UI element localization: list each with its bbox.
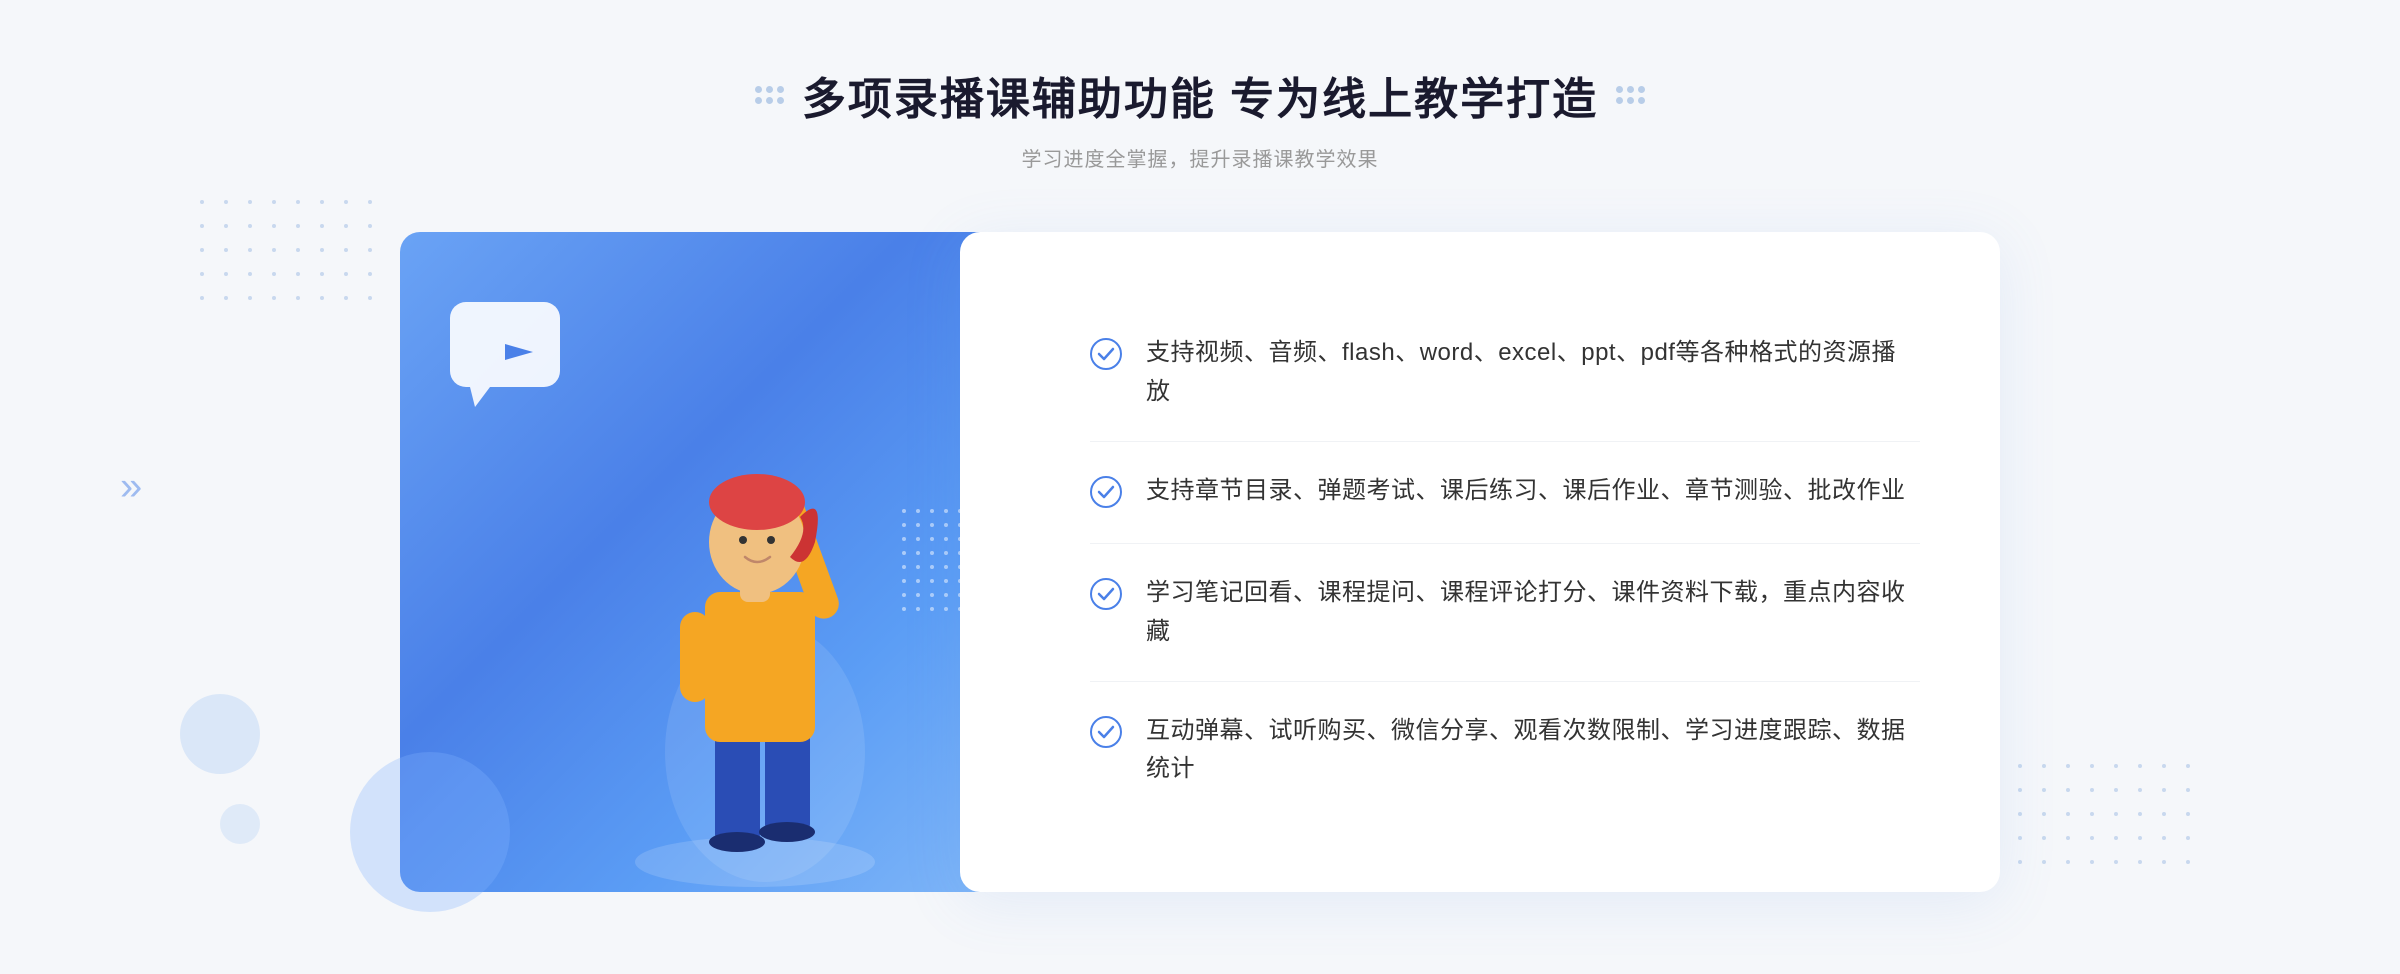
illustration-card	[400, 232, 1020, 892]
main-title: 多项录播课辅助功能 专为线上教学打造	[802, 63, 1598, 127]
feature-text: 支持视频、音频、flash、word、excel、ppt、pdf等各种格式的资源…	[1146, 334, 1920, 411]
feature-text: 学习笔记回看、课程提问、课程评论打分、课件资料下载，重点内容收藏	[1146, 574, 1920, 651]
title-row: 多项录播课辅助功能 专为线上教学打造	[755, 63, 1645, 127]
bg-dots-bottom-right	[2018, 764, 2200, 874]
page-wrapper: » 多项录播课辅助功能 专为线上教学打造 学习进度全掌握，提升录播课教学效果	[0, 0, 2400, 974]
features-list: 支持视频、音频、flash、word、excel、ppt、pdf等各种格式的资源…	[1090, 304, 1920, 818]
page-left-circle-deco2	[220, 804, 260, 844]
left-arrow-deco: »	[120, 465, 142, 510]
play-bubble	[450, 302, 580, 412]
deco-circle-bottom	[350, 752, 510, 912]
check-icon	[1090, 476, 1122, 513]
six-dots-left-deco	[755, 86, 784, 104]
feature-item: 支持章节目录、弹题考试、课后练习、课后作业、章节测验、批改作业	[1090, 442, 1920, 544]
feature-item: 互动弹幕、试听购买、微信分享、观看次数限制、学习进度跟踪、数据统计	[1090, 682, 1920, 819]
check-icon	[1090, 578, 1122, 615]
page-left-circle-deco	[180, 694, 260, 774]
character-illustration	[605, 372, 905, 892]
feature-text: 互动弹幕、试听购买、微信分享、观看次数限制、学习进度跟踪、数据统计	[1146, 712, 1920, 789]
header-section: 多项录播课辅助功能 专为线上教学打造 学习进度全掌握，提升录播课教学效果	[755, 63, 1645, 172]
content-area: 支持视频、音频、flash、word、excel、ppt、pdf等各种格式的资源…	[400, 232, 2000, 892]
check-icon	[1090, 338, 1122, 375]
feature-text: 支持章节目录、弹题考试、课后练习、课后作业、章节测验、批改作业	[1146, 472, 1906, 510]
check-icon	[1090, 716, 1122, 753]
six-dots-right-deco	[1616, 86, 1645, 104]
subtitle: 学习进度全掌握，提升录播课教学效果	[755, 143, 1645, 172]
bg-dots-top-left	[200, 200, 382, 310]
feature-item: 支持视频、音频、flash、word、excel、ppt、pdf等各种格式的资源…	[1090, 304, 1920, 442]
feature-item: 学习笔记回看、课程提问、课程评论打分、课件资料下载，重点内容收藏	[1090, 544, 1920, 682]
features-card: 支持视频、音频、flash、word、excel、ppt、pdf等各种格式的资源…	[960, 232, 2000, 892]
